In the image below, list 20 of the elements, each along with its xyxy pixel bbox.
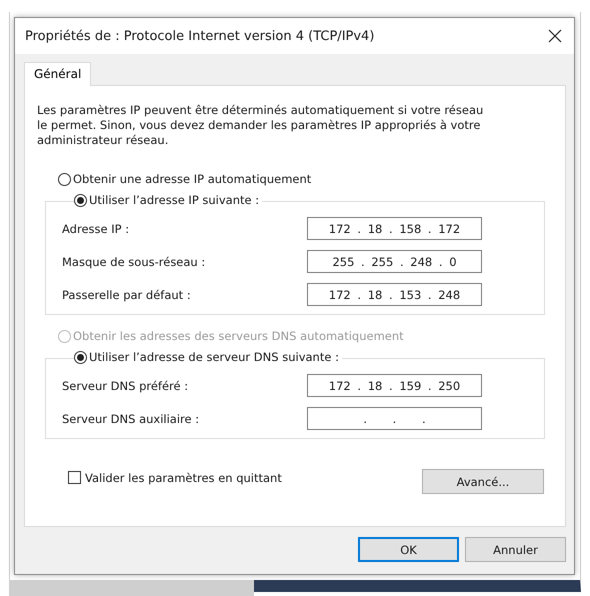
radio-option[interactable]: Utiliser l’adresse de serveur DNS suivante :	[74, 350, 342, 364]
ip-address-field[interactable]: 172 . 18 . 159 . 250	[307, 374, 482, 397]
close-icon[interactable]	[548, 29, 562, 43]
window-title: Propriétés de : Protocole Internet version 4 (TCP/IPv4)	[25, 28, 374, 44]
validate-checkbox[interactable]: Valider les paramètres en quittant	[68, 470, 282, 484]
advanced-button[interactable]: Avancé...	[422, 469, 544, 494]
ip-address-field[interactable]: 255 . 255 . 248 . 0	[307, 250, 482, 273]
dialog-button[interactable]: Annuler	[465, 537, 566, 562]
ip-address-field[interactable]: 172 . 18 . 158 . 172	[307, 217, 482, 240]
radio-option[interactable]: Utiliser l’adresse IP suivante :	[74, 193, 262, 207]
field-label: Masque de sous-réseau :	[62, 254, 206, 268]
tab[interactable]: Général	[24, 62, 92, 86]
field-label: Serveur DNS préféré :	[62, 378, 188, 392]
field-label: Adresse IP :	[62, 222, 130, 236]
description-text: Les paramètres IP peuvent être déterminés automatiquement si votre réseau le permet. Sinon, vous devez demander les paramètres IP appropriés à votre administrateur réseau.	[37, 103, 484, 148]
field-label: Passerelle par défaut :	[62, 288, 191, 302]
ip-address-field[interactable]: 172 . 18 . 153 . 248	[307, 283, 482, 306]
dialog-button[interactable]: OK	[358, 537, 459, 562]
ip-address-field[interactable]: . . .	[307, 407, 482, 430]
field-label: Serveur DNS auxiliaire :	[62, 412, 200, 426]
